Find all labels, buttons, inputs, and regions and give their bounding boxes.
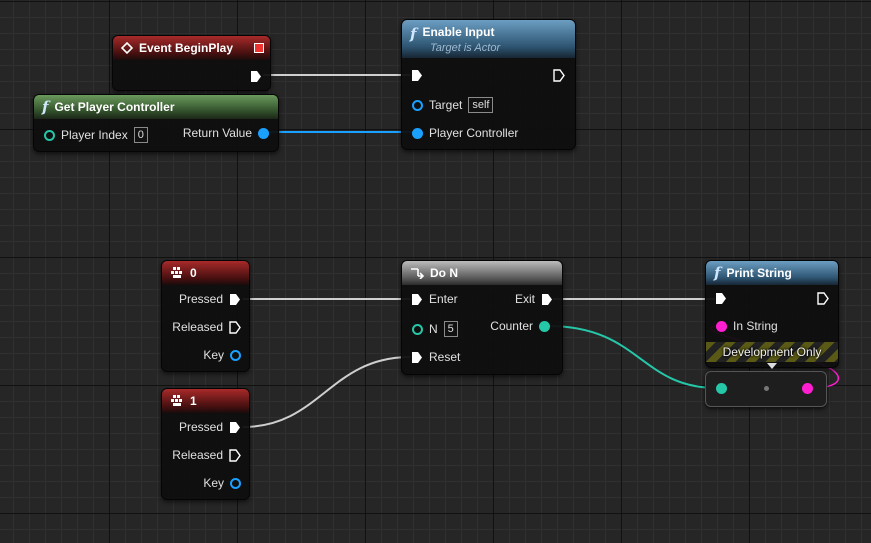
print-string-header[interactable]: f Print String bbox=[706, 261, 838, 285]
exec-pin-icon[interactable] bbox=[250, 70, 262, 83]
get-player-controller-node[interactable]: f Get Player Controller Player Index 0 R… bbox=[33, 94, 279, 152]
target-label: Target bbox=[429, 98, 463, 112]
reset-label: Reset bbox=[429, 350, 461, 364]
key-1-title: 1 bbox=[190, 394, 197, 408]
exec-pin-icon[interactable] bbox=[553, 69, 565, 82]
enable-input-exec-in[interactable] bbox=[411, 69, 423, 82]
exec-pin-icon[interactable] bbox=[715, 292, 727, 305]
player-controller-label: Player Controller bbox=[429, 126, 519, 140]
exit-exec-pin[interactable] bbox=[541, 293, 553, 306]
key-0-key-pin[interactable] bbox=[230, 349, 241, 361]
reset-exec-pin[interactable] bbox=[411, 351, 423, 364]
target-pin[interactable] bbox=[412, 99, 423, 111]
event-diamond-icon bbox=[121, 42, 133, 54]
conversion-dot-icon bbox=[764, 386, 769, 391]
key-0-header[interactable]: 0 bbox=[162, 261, 249, 285]
enable-input-exec-out[interactable] bbox=[553, 69, 565, 82]
enable-input-subtitle: Target is Actor bbox=[430, 42, 501, 54]
event-beginplay-title: Event BeginPlay bbox=[139, 41, 234, 55]
do-n-title: Do N bbox=[430, 266, 458, 280]
exec-pin-icon[interactable] bbox=[411, 69, 423, 82]
replicated-marker-icon bbox=[254, 43, 264, 53]
in-string-pin[interactable] bbox=[716, 320, 727, 332]
key-1-key-pin[interactable] bbox=[230, 477, 241, 489]
key-0-pressed-label: Pressed bbox=[178, 292, 223, 306]
get-player-controller-header[interactable]: f Get Player Controller bbox=[34, 95, 278, 119]
return-value-label: Return Value bbox=[182, 126, 252, 140]
n-label: N bbox=[429, 322, 438, 336]
in-string-label: In String bbox=[733, 319, 778, 333]
key-1-pressed-exec-pin[interactable] bbox=[229, 421, 241, 434]
enter-exec-pin[interactable] bbox=[411, 293, 423, 306]
enable-input-title: Enable Input bbox=[422, 25, 495, 39]
do-n-node[interactable]: Do N Enter N 5 Reset Exit Counter bbox=[401, 260, 563, 375]
key-0-key-label: Key bbox=[203, 348, 224, 362]
n-pin[interactable] bbox=[412, 323, 423, 335]
player-index-pin[interactable] bbox=[44, 129, 55, 141]
key-1-event-node[interactable]: 1 Pressed Released Key bbox=[161, 388, 250, 500]
expand-arrow-icon[interactable] bbox=[766, 362, 778, 370]
print-string-title: Print String bbox=[726, 266, 792, 280]
print-string-exec-in[interactable] bbox=[715, 292, 727, 305]
conversion-input-pin[interactable] bbox=[716, 383, 727, 394]
function-icon: f bbox=[410, 25, 417, 43]
key-1-released-exec-pin[interactable] bbox=[229, 448, 241, 462]
enable-input-header[interactable]: f Enable Input Target is Actor bbox=[402, 20, 575, 58]
key-0-released-label: Released bbox=[172, 320, 223, 334]
key-1-header[interactable]: 1 bbox=[162, 389, 249, 413]
target-value[interactable]: self bbox=[468, 97, 494, 113]
key-1-key-label: Key bbox=[203, 476, 224, 490]
keyboard-icon bbox=[171, 395, 182, 406]
player-controller-pin[interactable] bbox=[412, 127, 423, 139]
print-string-exec-out[interactable] bbox=[817, 292, 829, 305]
get-player-controller-title: Get Player Controller bbox=[54, 100, 175, 114]
development-only-banner: Development Only bbox=[706, 342, 838, 362]
function-icon: f bbox=[42, 98, 49, 116]
beginplay-exec-out[interactable] bbox=[250, 70, 262, 83]
player-index-label: Player Index bbox=[61, 128, 128, 142]
keyboard-icon bbox=[171, 267, 182, 278]
exec-pin-icon[interactable] bbox=[817, 292, 829, 305]
wire-counter-to-convert bbox=[547, 325, 718, 389]
key-0-event-node[interactable]: 0 Pressed Released Key bbox=[161, 260, 250, 372]
do-n-header[interactable]: Do N bbox=[402, 261, 562, 285]
function-icon: f bbox=[714, 264, 721, 282]
return-value-pin[interactable] bbox=[258, 127, 269, 139]
enable-input-node[interactable]: f Enable Input Target is Actor Target se… bbox=[401, 19, 576, 150]
key-1-released-label: Released bbox=[172, 448, 223, 462]
enter-label: Enter bbox=[429, 292, 458, 306]
counter-label: Counter bbox=[490, 319, 533, 333]
key-0-pressed-exec-pin[interactable] bbox=[229, 293, 241, 306]
wire-key1-pressed-to-reset bbox=[242, 356, 411, 428]
n-value-input[interactable]: 5 bbox=[443, 321, 458, 337]
player-index-input[interactable]: 0 bbox=[133, 127, 148, 143]
event-beginplay-node[interactable]: Event BeginPlay bbox=[112, 35, 271, 91]
event-beginplay-header[interactable]: Event BeginPlay bbox=[113, 36, 270, 60]
conversion-output-pin[interactable] bbox=[802, 383, 813, 394]
exit-label: Exit bbox=[514, 292, 535, 306]
print-string-node[interactable]: f Print String In String Development Onl… bbox=[705, 260, 839, 370]
key-1-pressed-label: Pressed bbox=[178, 420, 223, 434]
macro-flow-icon bbox=[411, 268, 424, 279]
key-0-title: 0 bbox=[190, 266, 197, 280]
key-0-released-exec-pin[interactable] bbox=[229, 320, 241, 334]
counter-pin[interactable] bbox=[539, 320, 550, 332]
int-to-string-conversion-node[interactable] bbox=[705, 371, 827, 407]
